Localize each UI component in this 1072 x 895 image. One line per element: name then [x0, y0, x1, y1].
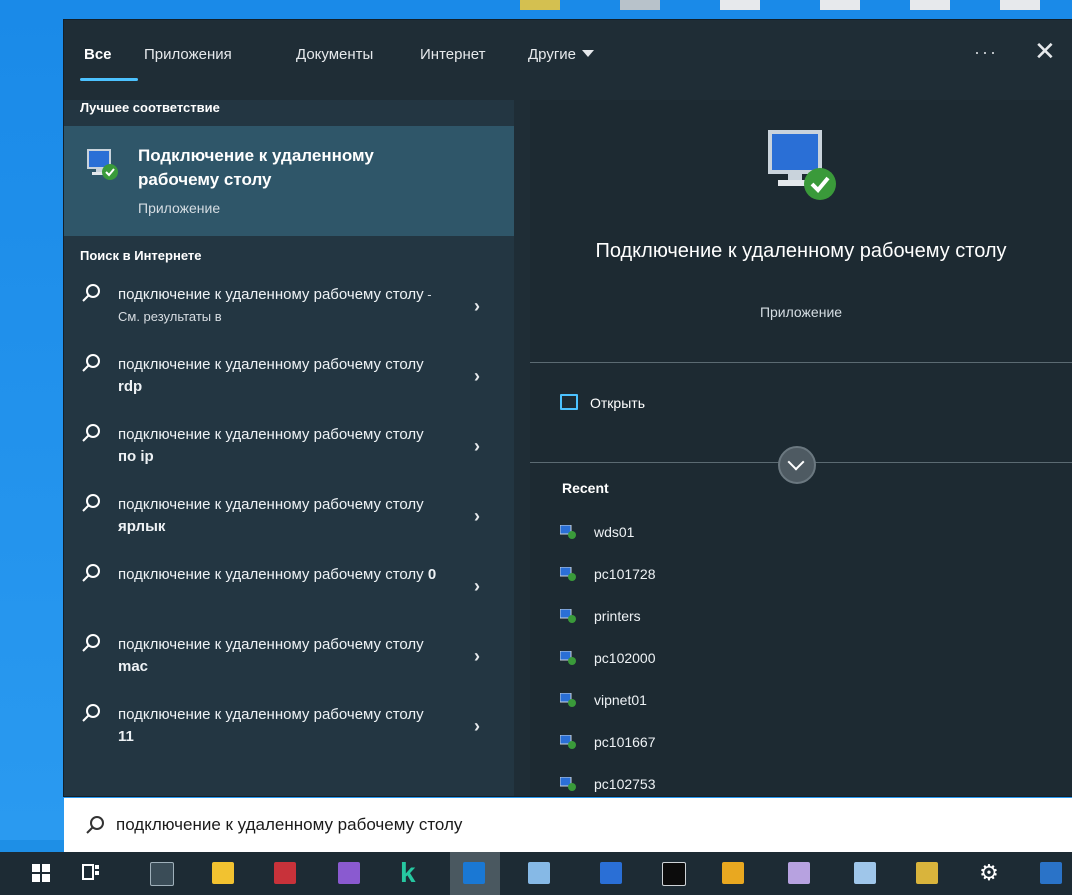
web-result-1[interactable]: подключение к удаленному рабочему столу …: [64, 276, 514, 346]
recent-item[interactable]: pc102753: [560, 776, 656, 792]
recent-item[interactable]: printers: [560, 608, 641, 624]
key-icon[interactable]: [718, 858, 748, 888]
search-panel: Все Приложения Документы Интернет Другие…: [64, 20, 1072, 796]
more-options-button[interactable]: ···: [974, 42, 998, 63]
preview-title: Подключение к удаленному рабочему столу: [595, 240, 1007, 262]
rdp-connection-icon: [560, 693, 576, 707]
tab-other-label: Другие: [528, 46, 577, 63]
web-result-7[interactable]: подключение к удаленному рабочему столу …: [64, 696, 514, 766]
windows-start-icon[interactable]: [26, 858, 56, 888]
search-icon: [82, 424, 100, 442]
open-action[interactable]: Открыть: [560, 394, 645, 411]
open-icon: [560, 394, 578, 410]
search-icon: [82, 634, 100, 652]
web-result-text: подключение к удаленному рабочему столу …: [118, 706, 424, 745]
task-view-icon[interactable]: [76, 858, 106, 888]
chevron-down-icon: [582, 50, 595, 57]
chevron-right-icon: ›: [474, 576, 480, 596]
web-result-text: подключение к удаленному рабочему столу …: [118, 636, 424, 675]
network-icon[interactable]: [784, 858, 814, 888]
chevron-right-icon: ›: [474, 436, 480, 456]
tab-apps[interactable]: Приложения: [144, 46, 232, 63]
web-result-3[interactable]: подключение к удаленному рабочему столу …: [64, 416, 514, 486]
web-search-heading: Поиск в Интернете: [80, 248, 202, 263]
expand-button[interactable]: [778, 446, 816, 484]
web-result-6[interactable]: подключение к удаленному рабочему столу …: [64, 626, 514, 696]
search-icon: [82, 564, 100, 582]
rdp-connection-icon: [560, 777, 576, 791]
remote-desktop-large-icon: [768, 130, 836, 200]
rdp-connection-icon: [560, 651, 576, 665]
desktop-icons-strip: [520, 0, 1072, 12]
web-result-text: подключение к удаленному рабочему столу …: [118, 496, 424, 535]
tab-other[interactable]: Другие: [528, 46, 595, 63]
preview-subtitle: Приложение: [759, 304, 843, 320]
outlook-icon[interactable]: [450, 852, 500, 895]
search-icon: [82, 494, 100, 512]
results-list: Лучшее соответствие Подключение к удален…: [64, 100, 514, 796]
web-result-4[interactable]: подключение к удаленному рабочему столу …: [64, 486, 514, 556]
web-result-text: подключение к удаленному рабочему столу …: [118, 426, 424, 465]
chevron-right-icon: ›: [474, 296, 480, 316]
remote-app-icon[interactable]: [912, 858, 942, 888]
console-icon[interactable]: [658, 858, 688, 888]
best-match-result[interactable]: Подключение к удаленному рабочему столу …: [64, 126, 514, 236]
remote-desktop-icon: [87, 149, 118, 180]
recent-item[interactable]: wds01: [560, 524, 634, 540]
best-match-heading: Лучшее соответствие: [80, 100, 220, 115]
taskbar: k ⚙: [0, 852, 1072, 895]
chevron-right-icon: ›: [474, 366, 480, 386]
powershell-icon[interactable]: [1036, 858, 1066, 888]
chevron-right-icon: ›: [474, 506, 480, 526]
divider: [530, 362, 1072, 363]
settings-icon[interactable]: ⚙: [974, 858, 1004, 888]
search-bar: [64, 798, 1072, 852]
web-result-text: подключение к удаленному рабочему столу …: [118, 286, 432, 324]
toolbox-icon[interactable]: [270, 858, 300, 888]
terminal-icon[interactable]: [146, 858, 176, 888]
tab-all[interactable]: Все: [84, 46, 112, 63]
recent-item[interactable]: pc102000: [560, 650, 656, 666]
file-explorer-icon[interactable]: [208, 858, 238, 888]
app-icon[interactable]: [524, 858, 554, 888]
recent-item[interactable]: pc101728: [560, 566, 656, 582]
rdp-connection-icon: [560, 609, 576, 623]
open-label: Открыть: [590, 395, 645, 411]
rdp-connection-icon: [560, 525, 576, 539]
recent-heading: Recent: [562, 480, 609, 496]
best-match-subtitle: Приложение: [138, 200, 221, 216]
search-icon: [82, 354, 100, 372]
chevron-right-icon: ›: [474, 646, 480, 666]
kaspersky-icon[interactable]: k: [396, 858, 426, 888]
web-result-text: подключение к удаленному рабочему столу …: [118, 566, 437, 583]
close-button[interactable]: ✕: [1034, 36, 1056, 67]
tab-documents[interactable]: Документы: [296, 46, 373, 63]
web-result-5[interactable]: подключение к удаленному рабочему столу …: [64, 556, 514, 626]
preview-pane: Подключение к удаленному рабочему столу …: [530, 100, 1072, 796]
search-tabs: Все Приложения Документы Интернет Другие…: [64, 20, 1072, 100]
rdp-connection-icon: [560, 735, 576, 749]
search-icon: [86, 816, 104, 834]
visual-studio-icon[interactable]: [334, 858, 364, 888]
search-input[interactable]: [116, 810, 1016, 840]
search-icon: [82, 704, 100, 722]
tab-internet[interactable]: Интернет: [420, 46, 485, 63]
search-icon: [82, 284, 100, 302]
web-result-text: подключение к удаленному рабочему столу …: [118, 356, 424, 395]
active-tab-indicator: [80, 78, 138, 81]
remote-desktop-icon[interactable]: [596, 858, 626, 888]
server-manager-icon[interactable]: [850, 858, 880, 888]
best-match-title: Подключение к удаленному рабочему столу: [138, 146, 374, 189]
chevron-right-icon: ›: [474, 716, 480, 736]
rdp-connection-icon: [560, 567, 576, 581]
recent-item[interactable]: vipnet01: [560, 692, 647, 708]
recent-item[interactable]: pc101667: [560, 734, 656, 750]
web-result-2[interactable]: подключение к удаленному рабочему столу …: [64, 346, 514, 416]
